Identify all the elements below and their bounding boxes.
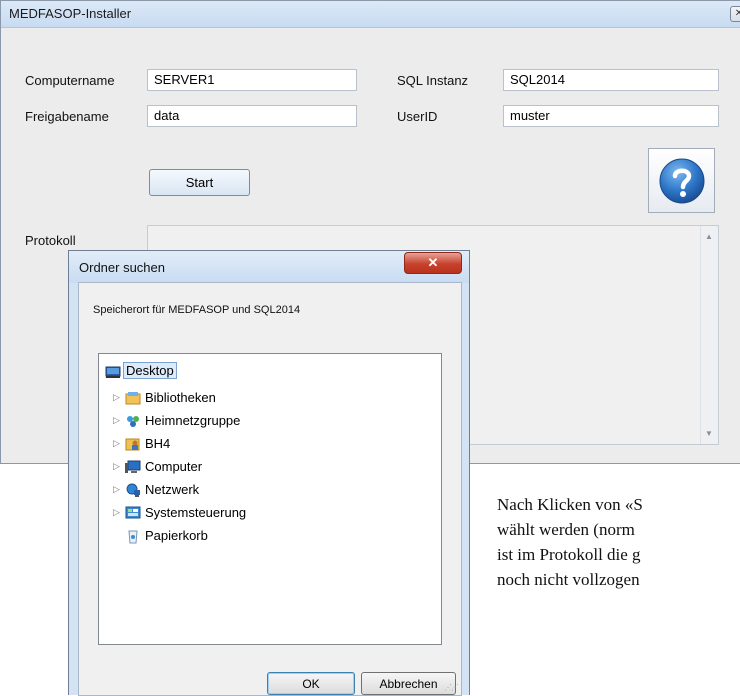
resize-grip-icon[interactable]: ⋰⋰ <box>444 683 459 692</box>
help-button[interactable] <box>648 148 715 213</box>
libraries-icon <box>125 392 141 405</box>
installer-title-bar[interactable]: MEDFASOP-Installer ✕ <box>1 1 740 28</box>
folder-tree[interactable]: Desktop ▷ Bibliotheken ▷ Heimnetzgruppe … <box>98 353 442 645</box>
freigabename-label: Freigabename <box>25 109 109 124</box>
document-line-1: Nach Klicken von «S <box>497 495 643 514</box>
expand-arrow-icon[interactable]: ▷ <box>113 438 120 449</box>
control-panel-icon <box>125 506 141 519</box>
scroll-down-icon[interactable]: ▼ <box>705 429 713 438</box>
cancel-button[interactable]: Abbrechen <box>361 672 456 695</box>
expand-arrow-icon[interactable]: ▷ <box>113 461 120 472</box>
dialog-close-icon[interactable]: ✕ <box>404 252 462 274</box>
sql-instanz-label: SQL Instanz <box>397 73 469 88</box>
expand-arrow-icon[interactable]: ▷ <box>113 415 120 426</box>
dialog-title: Ordner suchen <box>79 260 165 275</box>
homegroup-icon <box>127 416 139 427</box>
question-mark-icon <box>659 158 705 204</box>
protokoll-label: Protokoll <box>25 233 76 248</box>
folder-browse-dialog: Ordner suchen ✕ Speicherort für MEDFASOP… <box>68 250 470 696</box>
computer-icon <box>125 460 141 473</box>
sql-instanz-field[interactable]: SQL2014 <box>503 69 719 91</box>
start-button[interactable]: Start <box>149 169 250 196</box>
userid-field[interactable]: muster <box>503 105 719 127</box>
scroll-up-icon[interactable]: ▲ <box>705 232 713 241</box>
dialog-body: Speicherort für MEDFASOP und SQL2014 Des… <box>78 282 462 696</box>
computername-field[interactable]: SERVER1 <box>147 69 357 91</box>
dialog-description: Speicherort für MEDFASOP und SQL2014 <box>93 304 301 316</box>
protokoll-scrollbar[interactable]: ▲ ▼ <box>700 226 718 444</box>
dialog-title-bar[interactable]: Ordner suchen ✕ <box>69 251 469 283</box>
expand-arrow-icon[interactable]: ▷ <box>113 484 120 495</box>
expand-arrow-icon[interactable]: ▷ <box>113 392 120 403</box>
freigabename-field[interactable]: data <box>147 105 357 127</box>
desktop-icon <box>105 366 121 378</box>
close-icon[interactable]: ✕ <box>730 6 740 22</box>
expand-arrow-icon[interactable]: ▷ <box>113 507 120 518</box>
installer-title: MEDFASOP-Installer <box>9 6 132 21</box>
ok-button[interactable]: OK <box>267 672 355 695</box>
document-line-3: ist im Protokoll die g <box>497 545 641 564</box>
recycle-bin-icon <box>128 530 138 544</box>
computername-label: Computername <box>25 73 115 88</box>
document-line-4: noch nicht vollzogen <box>497 570 640 589</box>
userid-label: UserID <box>397 109 438 124</box>
network-icon <box>126 483 140 497</box>
document-line-2: wählt werden (norm <box>497 520 635 539</box>
user-folder-icon <box>125 438 140 451</box>
